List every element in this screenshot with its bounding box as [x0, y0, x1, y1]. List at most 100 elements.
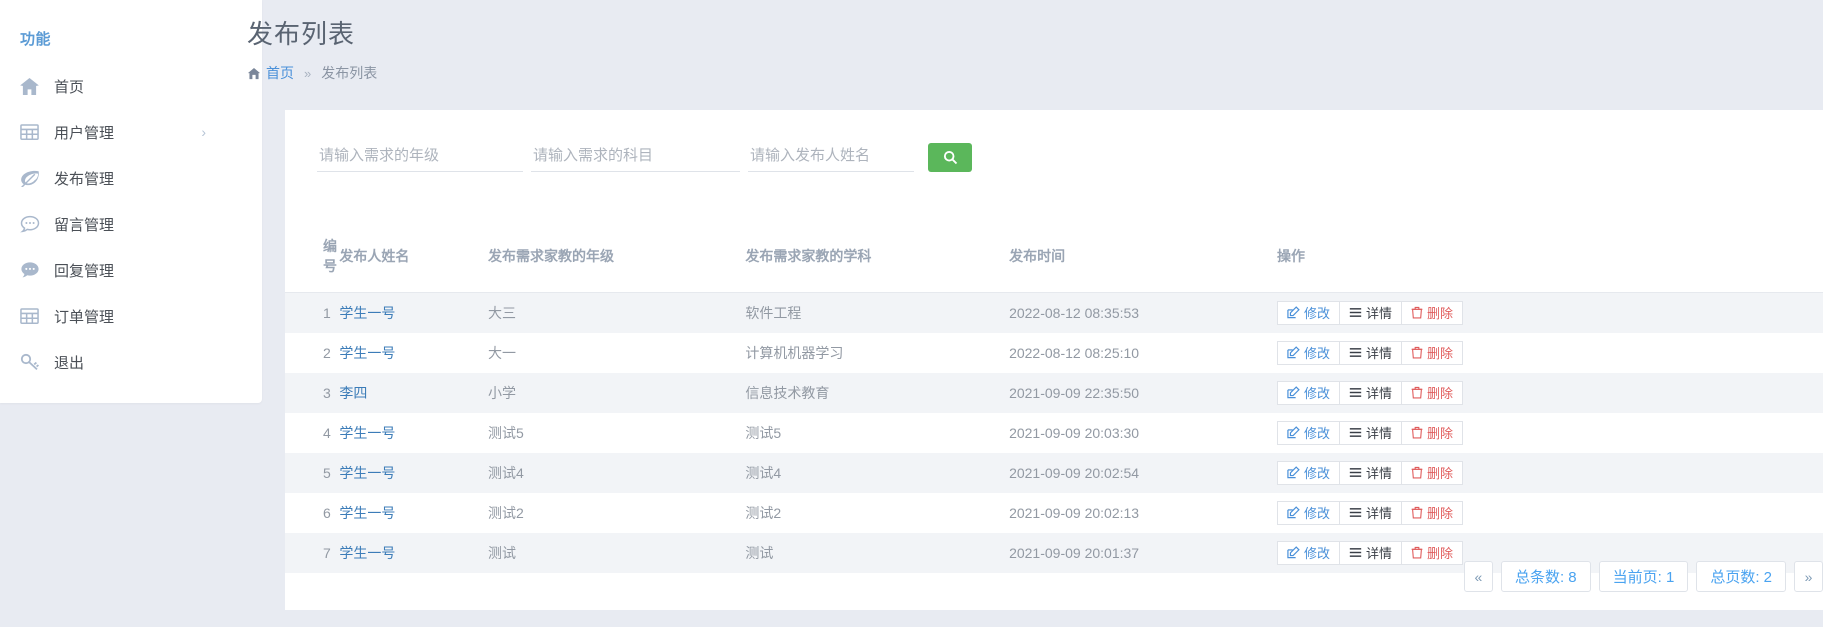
comments-icon: [20, 259, 46, 281]
publisher-name-link[interactable]: 学生一号: [339, 465, 395, 481]
cell-publisher-link[interactable]: 李四: [339, 372, 488, 413]
action-label: 修改: [1303, 546, 1330, 561]
cell-actions: 修改 详情 删除: [1276, 412, 1823, 453]
edit-button[interactable]: 修改: [1276, 420, 1340, 445]
delete-button[interactable]: 删除: [1400, 460, 1463, 485]
detail-button[interactable]: 详情: [1338, 460, 1402, 485]
action-label: 详情: [1365, 386, 1392, 401]
cell-publisher-link[interactable]: 学生一号: [339, 452, 488, 493]
filter-field-grade: [317, 143, 523, 172]
cell-time: 2022-08-12 08:25:10: [1009, 332, 1277, 373]
cell-subject: 计算机机器学习: [745, 332, 1010, 373]
cell-publisher-link[interactable]: 学生一号: [339, 532, 488, 573]
leaf-icon: [20, 167, 46, 189]
detail-button[interactable]: 详情: [1338, 540, 1402, 565]
table-icon: [20, 305, 46, 327]
publisher-name-link[interactable]: 学生一号: [339, 345, 395, 361]
cell-publisher-link[interactable]: 学生一号: [339, 412, 488, 453]
detail-button[interactable]: 详情: [1338, 500, 1402, 525]
list-icon: [1349, 387, 1366, 398]
publisher-name-link[interactable]: 学生一号: [339, 545, 395, 561]
table-icon: [20, 121, 46, 143]
action-label: 详情: [1365, 546, 1392, 561]
breadcrumb-separator: »: [304, 65, 312, 81]
cell-subject: 测试: [745, 532, 1010, 573]
edit-button[interactable]: 修改: [1276, 300, 1340, 325]
trash-icon: [1411, 306, 1427, 319]
action-button-group: 修改 详情 删除: [1276, 460, 1823, 485]
search-button[interactable]: [928, 143, 972, 172]
detail-button[interactable]: 详情: [1338, 300, 1402, 325]
cell-publisher-link[interactable]: 学生一号: [339, 332, 488, 373]
sidebar-title: 功能: [20, 31, 52, 48]
edit-button[interactable]: 修改: [1276, 500, 1340, 525]
sidebar-item-user-management[interactable]: 用户管理 ›: [0, 109, 262, 155]
list-icon: [1349, 307, 1366, 318]
cell-id: 7: [285, 532, 340, 573]
pagination-current-page[interactable]: 当前页: 1: [1598, 561, 1689, 592]
publisher-name-link[interactable]: 学生一号: [339, 505, 395, 521]
trash-icon: [1411, 466, 1427, 479]
delete-button[interactable]: 删除: [1400, 540, 1463, 565]
cell-time: 2021-09-09 20:02:54: [1009, 452, 1277, 493]
delete-button[interactable]: 删除: [1400, 340, 1463, 365]
pagination-total-records[interactable]: 总条数: 8: [1500, 561, 1591, 592]
trash-icon: [1411, 386, 1427, 399]
action-label: 详情: [1365, 426, 1392, 441]
trash-icon: [1411, 506, 1427, 519]
edit-button[interactable]: 修改: [1276, 380, 1340, 405]
cell-subject: 信息技术教育: [745, 372, 1010, 413]
cell-time: 2021-09-09 20:03:30: [1009, 412, 1277, 453]
edit-icon: [1287, 506, 1304, 519]
publisher-name-link[interactable]: 李四: [339, 385, 367, 401]
sidebar-item-home[interactable]: 首页: [0, 63, 262, 109]
trash-icon: [1411, 546, 1427, 559]
sidebar-item-logout[interactable]: 退出: [0, 339, 262, 385]
publisher-name-link[interactable]: 学生一号: [339, 425, 395, 441]
cell-grade: 大一: [487, 332, 746, 373]
edit-button[interactable]: 修改: [1276, 540, 1340, 565]
cell-id: 3: [285, 372, 340, 413]
edit-icon: [1287, 546, 1304, 559]
breadcrumb-current: 发布列表: [321, 65, 378, 81]
cell-time: 2021-09-09 20:01:37: [1009, 532, 1277, 573]
edit-button[interactable]: 修改: [1276, 340, 1340, 365]
subject-input[interactable]: [531, 143, 740, 172]
action-button-group: 修改 详情 删除: [1276, 500, 1823, 525]
cell-grade: 小学: [487, 372, 746, 413]
sidebar-item-label: 留言管理: [54, 216, 115, 234]
pagination-prev-button[interactable]: «: [1463, 561, 1493, 592]
list-icon: [1349, 467, 1366, 478]
column-header-grade: 发布需求家教的年级: [487, 220, 746, 293]
action-button-group: 修改 详情 删除: [1276, 300, 1823, 325]
pagination-next-button[interactable]: »: [1794, 561, 1823, 592]
sidebar-item-label: 回复管理: [54, 262, 115, 280]
publisher-name-link[interactable]: 学生一号: [339, 305, 395, 321]
cell-id: 2: [285, 332, 340, 373]
grade-input[interactable]: [317, 143, 523, 172]
delete-button[interactable]: 删除: [1400, 420, 1463, 445]
delete-button[interactable]: 删除: [1400, 500, 1463, 525]
edit-icon: [1287, 426, 1304, 439]
content-card: 编号 发布人姓名 发布需求家教的年级 发布需求家教的学科 发布时间 操作 1学生…: [285, 110, 1823, 610]
key-icon: [20, 351, 46, 373]
detail-button[interactable]: 详情: [1338, 380, 1402, 405]
detail-button[interactable]: 详情: [1338, 340, 1402, 365]
cell-subject: 软件工程: [745, 292, 1010, 333]
detail-button[interactable]: 详情: [1338, 420, 1402, 445]
cell-actions: 修改 详情 删除: [1276, 492, 1823, 533]
sidebar-item-order-management[interactable]: 订单管理: [0, 293, 262, 339]
sidebar-item-message-management[interactable]: 留言管理: [0, 201, 262, 247]
pagination-total-pages[interactable]: 总页数: 2: [1696, 561, 1786, 592]
cell-publisher-link[interactable]: 学生一号: [339, 492, 488, 533]
edit-button[interactable]: 修改: [1276, 460, 1340, 485]
action-label: 删除: [1426, 466, 1453, 481]
sidebar-item-reply-management[interactable]: 回复管理: [0, 247, 262, 293]
cell-subject: 测试4: [745, 452, 1010, 493]
sidebar-item-publish-management[interactable]: 发布管理: [0, 155, 262, 201]
cell-publisher-link[interactable]: 学生一号: [339, 292, 488, 333]
delete-button[interactable]: 删除: [1400, 380, 1463, 405]
breadcrumb-link-home[interactable]: 首页: [266, 63, 294, 83]
delete-button[interactable]: 删除: [1400, 300, 1463, 325]
publisher-name-input[interactable]: [748, 143, 914, 172]
